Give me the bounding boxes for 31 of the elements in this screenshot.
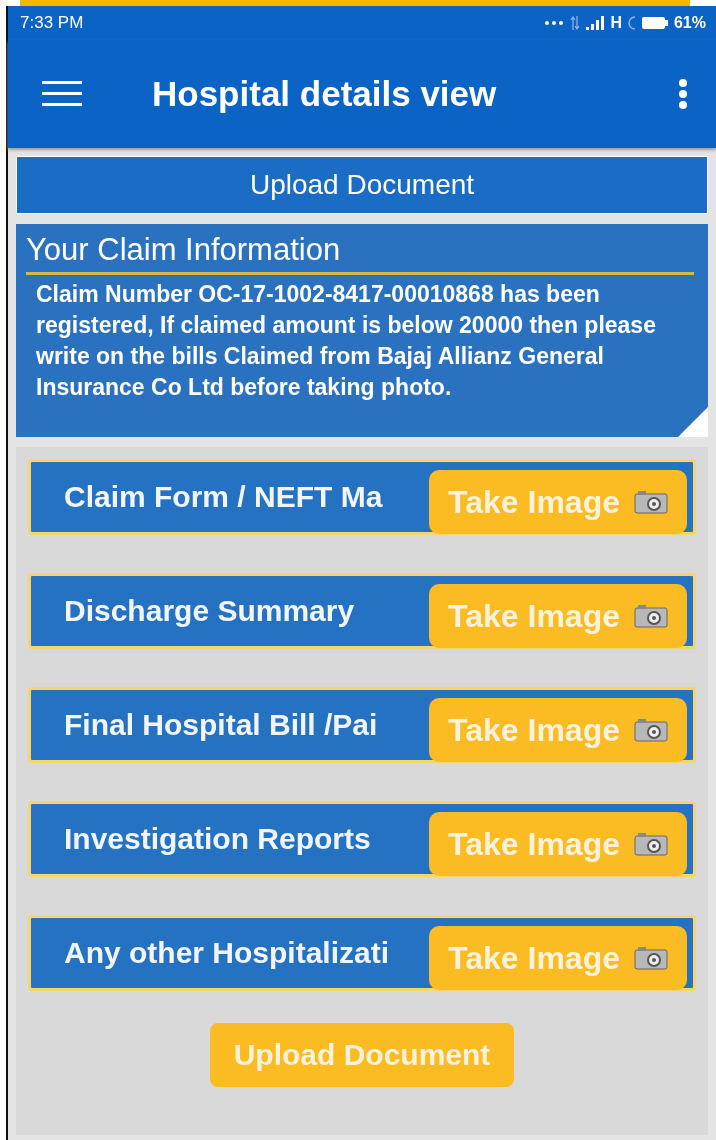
battery-level: 61% [673,14,706,32]
corner-fold-icon [678,407,708,437]
camera-icon [633,490,668,514]
take-image-button[interactable]: Take Image [429,470,687,534]
document-label: Discharge Summary [63,594,355,628]
document-label: Any other Hospitalizati [63,936,390,970]
data-arrows-icon [570,16,581,30]
camera-icon [633,946,668,970]
network-type: H [610,14,622,32]
camera-icon [633,832,668,856]
upload-document-bar[interactable]: Upload Document [16,156,708,214]
document-label: Claim Form / NEFT Ma [63,480,383,514]
upload-document-button[interactable]: Upload Document [210,1023,514,1087]
menu-icon[interactable] [42,81,82,107]
camera-icon [633,604,668,628]
take-image-button[interactable]: Take Image [429,812,687,876]
dots-icon [544,20,565,26]
camera-icon [633,718,668,742]
status-time: 7:33 PM [20,13,84,33]
moon-icon [627,16,636,30]
take-image-button[interactable]: Take Image [429,926,687,990]
claim-info-title: Your Claim Information [26,232,342,268]
more-options-icon[interactable] [678,79,688,109]
take-image-button[interactable]: Take Image [429,584,687,648]
document-label: Investigation Reports [63,822,371,856]
take-image-button[interactable]: Take Image [429,698,687,762]
app-title: Hospital details view [152,74,498,114]
signal-icon [586,16,605,30]
claim-info-message: Claim Number OC-17-1002-8417-00010868 has been registered, If claimed amount is below 20000 then please write on the bills Claimed from Bajaj Allianz General Insurance Co Ltd before taking photo. [36,280,657,402]
document-label: Final Hospital Bill /Pai [63,708,378,742]
battery-icon [641,17,668,29]
